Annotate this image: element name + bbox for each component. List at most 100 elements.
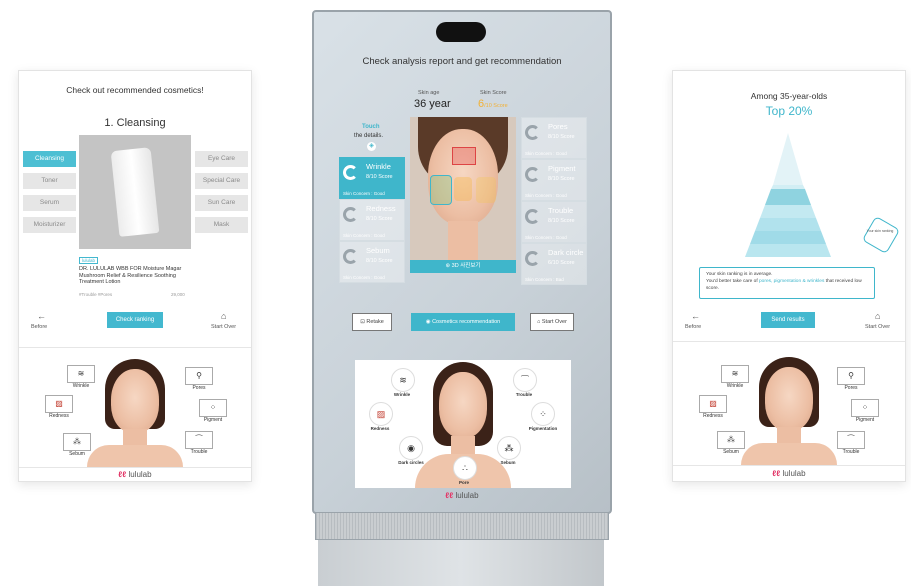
pyramid-tier-2 (771, 185, 805, 189)
sebum-icon: ⁂ (717, 431, 745, 449)
check-ranking-button[interactable]: Check ranking (107, 312, 163, 328)
product-name: DR. LULULAB WBB FOR Moisture Magar Mushr… (79, 266, 182, 285)
tab-special-care[interactable]: Special Care (195, 173, 248, 189)
before-label[interactable]: Before (31, 324, 47, 330)
back-arrow-icon[interactable]: ← (37, 311, 46, 321)
card-concern: Skin Concern : Good (343, 233, 385, 238)
tab-moisturizer[interactable]: Moisturizer (23, 217, 76, 233)
touch-icon: ◈ (367, 142, 376, 151)
product-image[interactable] (79, 135, 191, 249)
face-photo (765, 367, 813, 431)
before-label[interactable]: Before (685, 324, 701, 330)
skin-score-value: 6/10 Score (478, 98, 508, 110)
brand-logo: ℓℓ lululab (445, 491, 479, 500)
start-over-label[interactable]: Start Over (865, 324, 890, 330)
concern-map: ≋ Wrinkle ⁀ Trouble ⁘ Pigmentation ▨ Red… (355, 360, 571, 488)
sebum-icon: ⁂ (63, 433, 91, 451)
ranking-value: Top 20% (765, 104, 813, 118)
card-dark-circle[interactable]: Dark circle 6/10 Score Skin Concern : Ba… (521, 243, 587, 285)
card-redness[interactable]: Redness 8/10 Score Skin Concern : Good (339, 199, 405, 241)
analysis-photo[interactable] (410, 117, 516, 272)
retake-button[interactable]: ⊡ Retake (352, 313, 392, 331)
trouble-icon: ⁀ (837, 431, 865, 449)
concern-pores: Pores (192, 385, 206, 391)
card-wrinkle[interactable]: Wrinkle 8/10 Score Skin Concern : Good (339, 157, 405, 199)
concern-trouble: Trouble (842, 449, 860, 455)
skin-age-value: 36 year (414, 98, 451, 110)
card-concern: Skin Concern : Good (525, 193, 567, 198)
start-over-label[interactable]: Start Over (211, 324, 236, 330)
skin-age-label: Skin age (418, 90, 440, 96)
back-arrow-icon[interactable]: ← (691, 311, 700, 321)
cosmetics-recommendation-button[interactable]: ◉ Cosmetics recommendation (411, 313, 515, 331)
zone-right-cheek (476, 177, 496, 203)
tab-cleansing[interactable]: Cleansing (23, 151, 76, 167)
dark-circles-icon: ◉ (399, 436, 423, 460)
card-score: 8/10 Score (548, 176, 575, 182)
kiosk-screen: Check analysis report and get recommenda… (312, 10, 612, 514)
card-name: Sebum (366, 246, 390, 255)
pyramid-tag-label: Your skin ranking (866, 229, 894, 233)
redness-icon: ▨ (699, 395, 727, 413)
pore-icon: ∴ (453, 456, 477, 480)
left-panel: Check out recommended cosmetics! 1. Clea… (18, 70, 252, 482)
pyramid-tier-5 (755, 218, 821, 231)
card-pigment[interactable]: Pigment 8/10 Score Skin Concern : Good (521, 159, 587, 201)
home-icon[interactable]: ⌂ (221, 311, 226, 321)
card-score: 8/10 Score (366, 258, 393, 264)
concern-pigment: Pigment (203, 417, 223, 423)
pores-icon: ⚲ (837, 367, 865, 385)
tab-eye-care[interactable]: Eye Care (195, 151, 248, 167)
card-concern: Skin Concern : Good (343, 275, 385, 280)
tab-toner[interactable]: Toner (23, 173, 76, 189)
card-sebum[interactable]: Sebum 8/10 Score Skin Concern : Good (339, 241, 405, 283)
left-panel-title: Check out recommended cosmetics! (66, 85, 204, 95)
pyramid-tier-6 (750, 231, 826, 244)
card-concern: Skin Concern : Good (343, 191, 385, 196)
concern-sebum: Sebum (723, 449, 739, 455)
card-name: Redness (366, 204, 396, 213)
wrinkle-icon: ≋ (721, 365, 749, 383)
touch-label: Touch (362, 124, 380, 130)
pyramid-tier-4 (760, 205, 816, 218)
concern-pores: Pores (844, 385, 858, 391)
tab-mask[interactable]: Mask (195, 217, 248, 233)
footer-divider (19, 467, 251, 468)
pyramid-tier-3 (765, 189, 811, 205)
tab-sun-care[interactable]: Sun Care (195, 195, 248, 211)
trouble-icon: ⁀ (185, 431, 213, 449)
tab-serum[interactable]: Serum (23, 195, 76, 211)
card-score: 8/10 Score (366, 174, 393, 180)
pyramid-tier-1 (773, 133, 803, 185)
ranking-title: Among 35-year-olds (750, 91, 828, 101)
score-ring-icon (343, 165, 358, 180)
send-results-button[interactable]: Send results (761, 312, 815, 328)
card-pores[interactable]: Pores 8/10 Score Skin Concern : Good (521, 117, 587, 159)
wrinkle-icon: ≋ (391, 368, 415, 392)
score-ring-icon (525, 125, 540, 140)
card-score: 8/10 Score (548, 134, 575, 140)
sebum-icon: ⁂ (497, 436, 521, 460)
zone-forehead (452, 147, 476, 165)
message-line-2: You'd better take care of pores, pigment… (706, 279, 862, 291)
pores-icon: ⚲ (185, 367, 213, 385)
pyramid-tag (861, 215, 901, 255)
concern-wrinkle: Wrinkle (72, 383, 90, 389)
kiosk-title: Check analysis report and get recommenda… (362, 56, 562, 67)
card-name: Pigment (548, 164, 576, 173)
card-score: 8/10 Score (366, 216, 393, 222)
view-3d-button[interactable]: ⊛ 3D 사진보기 (410, 260, 516, 273)
product-price: 29,000 (171, 292, 185, 297)
home-icon[interactable]: ⌂ (875, 311, 880, 321)
start-over-button[interactable]: ⌂ Start Over (530, 313, 574, 331)
zone-left-cheek (430, 175, 452, 205)
score-ring-icon (343, 249, 358, 264)
product-tag: lululab (79, 257, 99, 264)
trouble-icon: ⁀ (513, 368, 537, 392)
face-photo (439, 372, 487, 438)
pyramid-tier-7 (745, 244, 831, 257)
card-trouble[interactable]: Trouble 8/10 Score Skin Concern : Good (521, 201, 587, 243)
footer-divider (673, 465, 905, 466)
zone-nose (454, 177, 472, 201)
redness-icon: ▨ (45, 395, 73, 413)
